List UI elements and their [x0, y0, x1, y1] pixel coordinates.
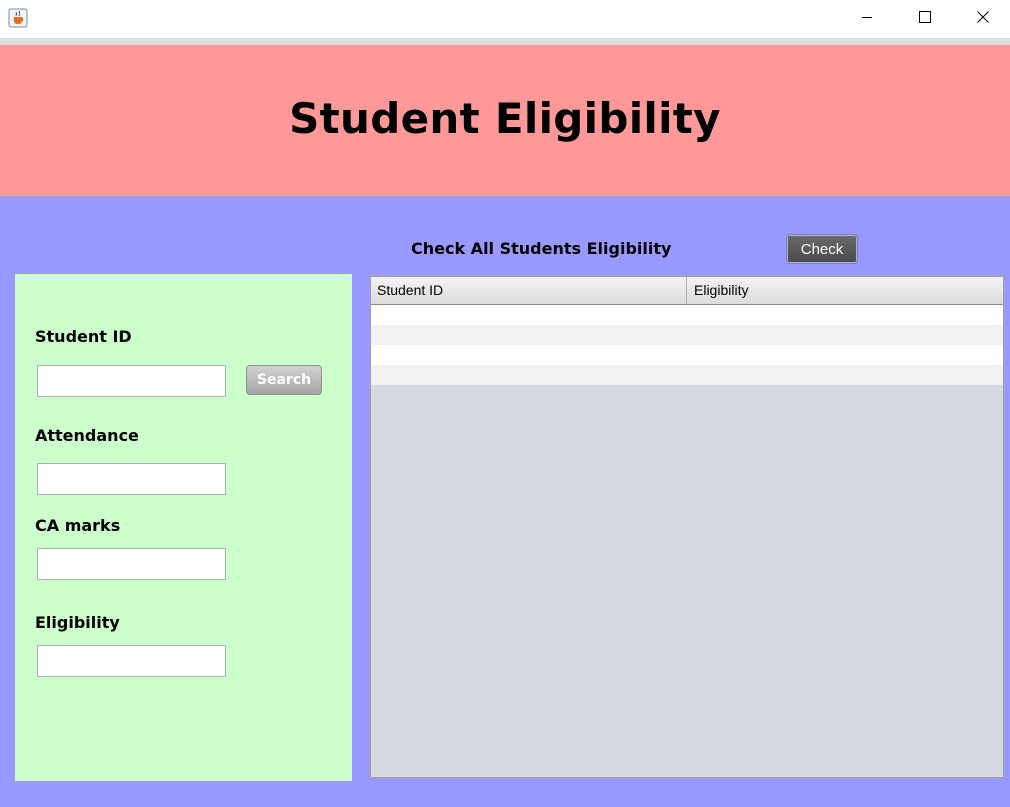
- header-banner: Student Eligibility: [0, 45, 1010, 196]
- student-form-panel: Student ID Search Attendance CA marks El…: [15, 274, 352, 781]
- check-button[interactable]: Check: [786, 234, 858, 264]
- table-row[interactable]: [371, 305, 1003, 325]
- maximize-button[interactable]: [896, 0, 954, 38]
- check-all-label: Check All Students Eligibility: [411, 239, 672, 258]
- ca-marks-label: CA marks: [35, 516, 121, 535]
- attendance-field[interactable]: [37, 463, 226, 495]
- eligibility-field[interactable]: [37, 645, 226, 677]
- student-id-field[interactable]: [37, 365, 226, 397]
- window-title-bar[interactable]: [0, 0, 1010, 38]
- table-row[interactable]: [371, 345, 1003, 365]
- table-row[interactable]: [371, 325, 1003, 345]
- ca-marks-field[interactable]: [37, 548, 226, 580]
- eligibility-label: Eligibility: [35, 613, 120, 632]
- minimize-icon: [861, 10, 873, 28]
- java-cup-icon: [8, 8, 28, 28]
- maximize-icon: [919, 10, 931, 28]
- student-id-label: Student ID: [35, 327, 132, 346]
- close-icon: [977, 10, 989, 28]
- search-button[interactable]: Search: [246, 365, 322, 395]
- close-button[interactable]: [954, 0, 1010, 38]
- page-title: Student Eligibility: [289, 94, 721, 143]
- table-row[interactable]: [371, 365, 1003, 385]
- column-header-eligibility[interactable]: Eligibility: [687, 277, 1003, 304]
- table-body[interactable]: [371, 305, 1003, 385]
- column-header-student-id[interactable]: Student ID: [371, 277, 687, 304]
- attendance-label: Attendance: [35, 426, 139, 445]
- title-bar-divider: [0, 38, 1010, 45]
- main-panel: Check All Students Eligibility Check Stu…: [0, 196, 1010, 807]
- table-header: Student ID Eligibility: [371, 277, 1003, 305]
- minimize-button[interactable]: [838, 0, 896, 38]
- eligibility-table[interactable]: Student ID Eligibility: [370, 276, 1004, 778]
